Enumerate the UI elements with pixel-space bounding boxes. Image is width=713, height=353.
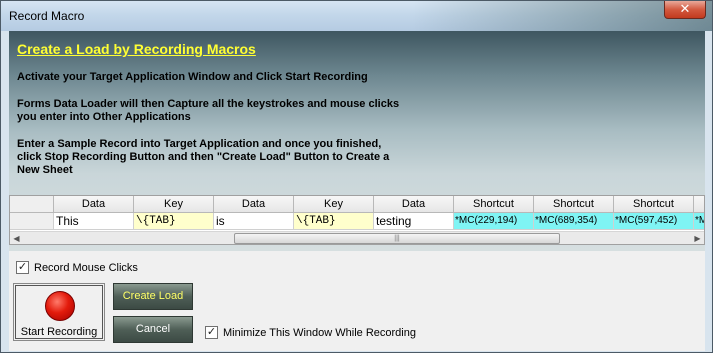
minimize-while-recording-checkbox[interactable]: ✓ xyxy=(205,326,218,339)
grid-header-cell[interactable]: Shortcut xyxy=(534,196,614,213)
macro-grid[interactable]: Data Key Data Key Data Shortcut Shortcut… xyxy=(9,195,705,245)
start-recording-button[interactable]: Start Recording xyxy=(13,283,105,341)
grid-cell[interactable]: is xyxy=(214,213,294,230)
record-mouse-clicks-checkbox[interactable]: ✓ xyxy=(16,261,29,274)
grid-cell[interactable]: This xyxy=(54,213,134,230)
instruction-sample-3: New Sheet xyxy=(17,164,73,176)
grid-cell[interactable]: testing xyxy=(374,213,454,230)
grid-header-cell[interactable]: Data xyxy=(214,196,294,213)
grid-cell-shortcut[interactable]: *MC(229,194) xyxy=(454,213,534,230)
instruction-capture-2: you enter into Other Applications xyxy=(17,111,191,123)
scroll-left-icon[interactable]: ◀ xyxy=(10,232,23,244)
create-load-button[interactable]: Create Load xyxy=(113,283,193,310)
grid-cell-shortcut[interactable]: *M xyxy=(694,213,704,230)
grid-cell-key[interactable]: \{TAB} xyxy=(134,213,214,230)
horizontal-scrollbar[interactable]: ◀ ||| ▶ xyxy=(10,231,704,244)
grid-header-cell[interactable]: Shortcut xyxy=(614,196,694,213)
grid-header-cell[interactable] xyxy=(694,196,704,213)
banner-heading: Create a Load by Recording Macros xyxy=(17,41,256,57)
grid-header-cell[interactable]: Data xyxy=(54,196,134,213)
dialog-body: Create a Load by Recording Macros Activa… xyxy=(9,31,705,351)
grid-corner-cell xyxy=(10,196,54,213)
instruction-activate: Activate your Target Application Window … xyxy=(17,71,368,83)
close-button[interactable]: ✕ xyxy=(664,1,706,19)
start-recording-label: Start Recording xyxy=(20,326,98,338)
minimize-while-recording-label: Minimize This Window While Recording xyxy=(223,326,416,339)
grid-header-row: Data Key Data Key Data Shortcut Shortcut… xyxy=(10,196,704,213)
cancel-button[interactable]: Cancel xyxy=(113,316,193,343)
window-title: Record Macro xyxy=(9,9,85,23)
instruction-sample-1: Enter a Sample Record into Target Applic… xyxy=(17,138,382,150)
grid-header-cell[interactable]: Data xyxy=(374,196,454,213)
record-mouse-clicks-option[interactable]: ✓ Record Mouse Clicks xyxy=(16,261,138,274)
instruction-capture-1: Forms Data Loader will then Capture all … xyxy=(17,98,400,110)
title-bar[interactable]: Record Macro ✕ xyxy=(1,1,712,31)
scrollbar-thumb[interactable]: ||| xyxy=(234,233,560,244)
grid-cell-key[interactable]: \{TAB} xyxy=(294,213,374,230)
minimize-while-recording-option[interactable]: ✓ Minimize This Window While Recording xyxy=(205,326,416,339)
grid-header-cell[interactable]: Key xyxy=(134,196,214,213)
grid-header-cell[interactable]: Shortcut xyxy=(454,196,534,213)
record-macro-window: Record Macro ✕ Create a Load by Recordin… xyxy=(0,0,713,353)
record-mouse-clicks-label: Record Mouse Clicks xyxy=(34,261,138,274)
record-icon xyxy=(45,291,75,321)
scroll-right-icon[interactable]: ▶ xyxy=(691,232,704,244)
grid-cell-shortcut[interactable]: *MC(597,452) xyxy=(614,213,694,230)
grid-cell-shortcut[interactable]: *MC(689,354) xyxy=(534,213,614,230)
table-row: This \{TAB} is \{TAB} testing *MC(229,19… xyxy=(10,213,704,230)
row-header-cell[interactable] xyxy=(10,213,54,230)
grid-header-cell[interactable]: Key xyxy=(294,196,374,213)
instruction-sample-2: click Stop Recording Button and then "Cr… xyxy=(17,151,390,163)
instructions-banner: Create a Load by Recording Macros Activa… xyxy=(9,31,705,251)
